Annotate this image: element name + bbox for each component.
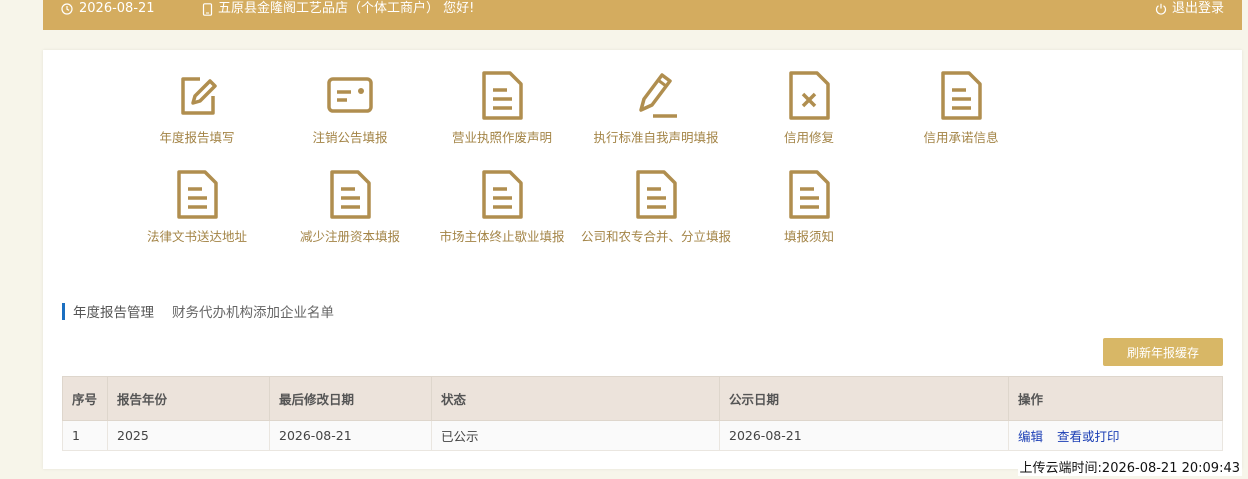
column-header: 最后修改日期 [269, 376, 432, 421]
document-x-icon [789, 71, 830, 120]
document-icon [177, 170, 218, 219]
refresh-cache-button[interactable]: 刷新年报缓存 [1103, 338, 1223, 366]
card-icon [327, 77, 373, 113]
shortcut-filing-notes[interactable]: 填报须知 [729, 169, 889, 259]
shortcut-cancel-notice[interactable]: 注销公告填报 [270, 70, 430, 160]
document-icon [789, 170, 830, 219]
table-header-row: 序号 报告年份 最后修改日期 状态 公示日期 操作 [62, 376, 1223, 421]
phone-icon [202, 2, 213, 16]
document-icon [482, 170, 523, 219]
shortcut-reduce-capital[interactable]: 减少注册资本填报 [270, 169, 430, 259]
table-row: 1 2025 2026-08-21 已公示 2026-08-21 编辑 查看或打… [62, 420, 1223, 451]
document-icon [941, 71, 982, 120]
pencil-icon [639, 73, 677, 118]
cell-actions: 编辑 查看或打印 [1008, 420, 1223, 451]
document-icon [482, 71, 523, 120]
logout-button[interactable]: 退出登录 [1155, 0, 1224, 18]
shortcut-label: 执行标准自我声明填报 [593, 130, 719, 145]
top-bar: 2026-08-21 五原县金隆阁工艺品店（个体工商户） 您好! 退出登录 [43, 0, 1242, 30]
shortcut-annual-report[interactable]: 年度报告填写 [117, 70, 277, 160]
upload-time: 上传云端时间:2026-08-21 20:09:43 [1017, 457, 1242, 476]
shortcut-label: 公司和农专合并、分立填报 [580, 229, 731, 244]
column-header: 序号 [62, 376, 108, 421]
shortcut-label: 市场主体终止歇业填报 [439, 229, 565, 244]
shortcut-business-suspension[interactable]: 市场主体终止歇业填报 [422, 169, 582, 259]
tab-annual-report-management[interactable]: 年度报告管理 [73, 301, 154, 321]
cell-modified: 2026-08-21 [269, 420, 432, 451]
cell-no: 1 [62, 420, 108, 451]
shop-name: 五原县金隆阁工艺品店（个体工商户） 您好! [218, 1, 475, 16]
power-icon [1155, 3, 1166, 15]
section-marker [62, 302, 65, 320]
cell-published: 2026-08-21 [719, 420, 1009, 451]
shortcut-label: 减少注册资本填报 [299, 229, 400, 244]
shortcut-merger-split[interactable]: 公司和农专合并、分立填报 [576, 169, 736, 259]
annual-report-table: 序号 报告年份 最后修改日期 状态 公示日期 操作 1 2025 2026-08… [62, 376, 1223, 451]
shortcut-label: 信用承诺信息 [923, 130, 999, 145]
document-icon [636, 170, 677, 219]
date-display: 2026-08-21 [61, 0, 155, 18]
shortcut-label: 信用修复 [783, 130, 834, 145]
shortcut-label: 填报须知 [783, 229, 834, 244]
shortcut-label: 注销公告填报 [312, 130, 388, 145]
column-header: 状态 [431, 376, 720, 421]
shortcut-standard-declaration[interactable]: 执行标准自我声明填报 [576, 70, 736, 160]
section-tabs: 年度报告管理 财务代办机构添加企业名单 [62, 301, 334, 321]
edit-link[interactable]: 编辑 [1018, 429, 1043, 444]
date-text: 2026-08-21 [79, 1, 155, 16]
shortcut-credit-commitment[interactable]: 信用承诺信息 [881, 70, 1041, 160]
column-header: 操作 [1008, 376, 1223, 421]
document-icon [330, 170, 371, 219]
shop-greeting: 五原县金隆阁工艺品店（个体工商户） 您好! [202, 0, 474, 18]
shortcut-label: 法律文书送达地址 [146, 229, 247, 244]
column-header: 公示日期 [719, 376, 1009, 421]
column-header: 报告年份 [107, 376, 270, 421]
cell-status: 已公示 [431, 420, 720, 451]
shortcut-legal-address[interactable]: 法律文书送达地址 [117, 169, 277, 259]
view-print-link[interactable]: 查看或打印 [1057, 429, 1120, 444]
shortcut-label: 年度报告填写 [159, 130, 235, 145]
edit-icon [181, 77, 217, 115]
cell-year: 2025 [107, 420, 270, 451]
logout-label: 退出登录 [1171, 1, 1224, 16]
shortcut-label: 营业执照作废声明 [451, 130, 552, 145]
clock-icon [61, 3, 73, 15]
main-panel: 年度报告填写 注销公告填报 营业执照作废声明 执行标准自我声明填报 信用修复 信… [43, 50, 1242, 469]
shortcut-license-void[interactable]: 营业执照作废声明 [422, 70, 582, 160]
shortcut-credit-repair[interactable]: 信用修复 [729, 70, 889, 160]
tab-agency-company-list[interactable]: 财务代办机构添加企业名单 [172, 301, 334, 321]
